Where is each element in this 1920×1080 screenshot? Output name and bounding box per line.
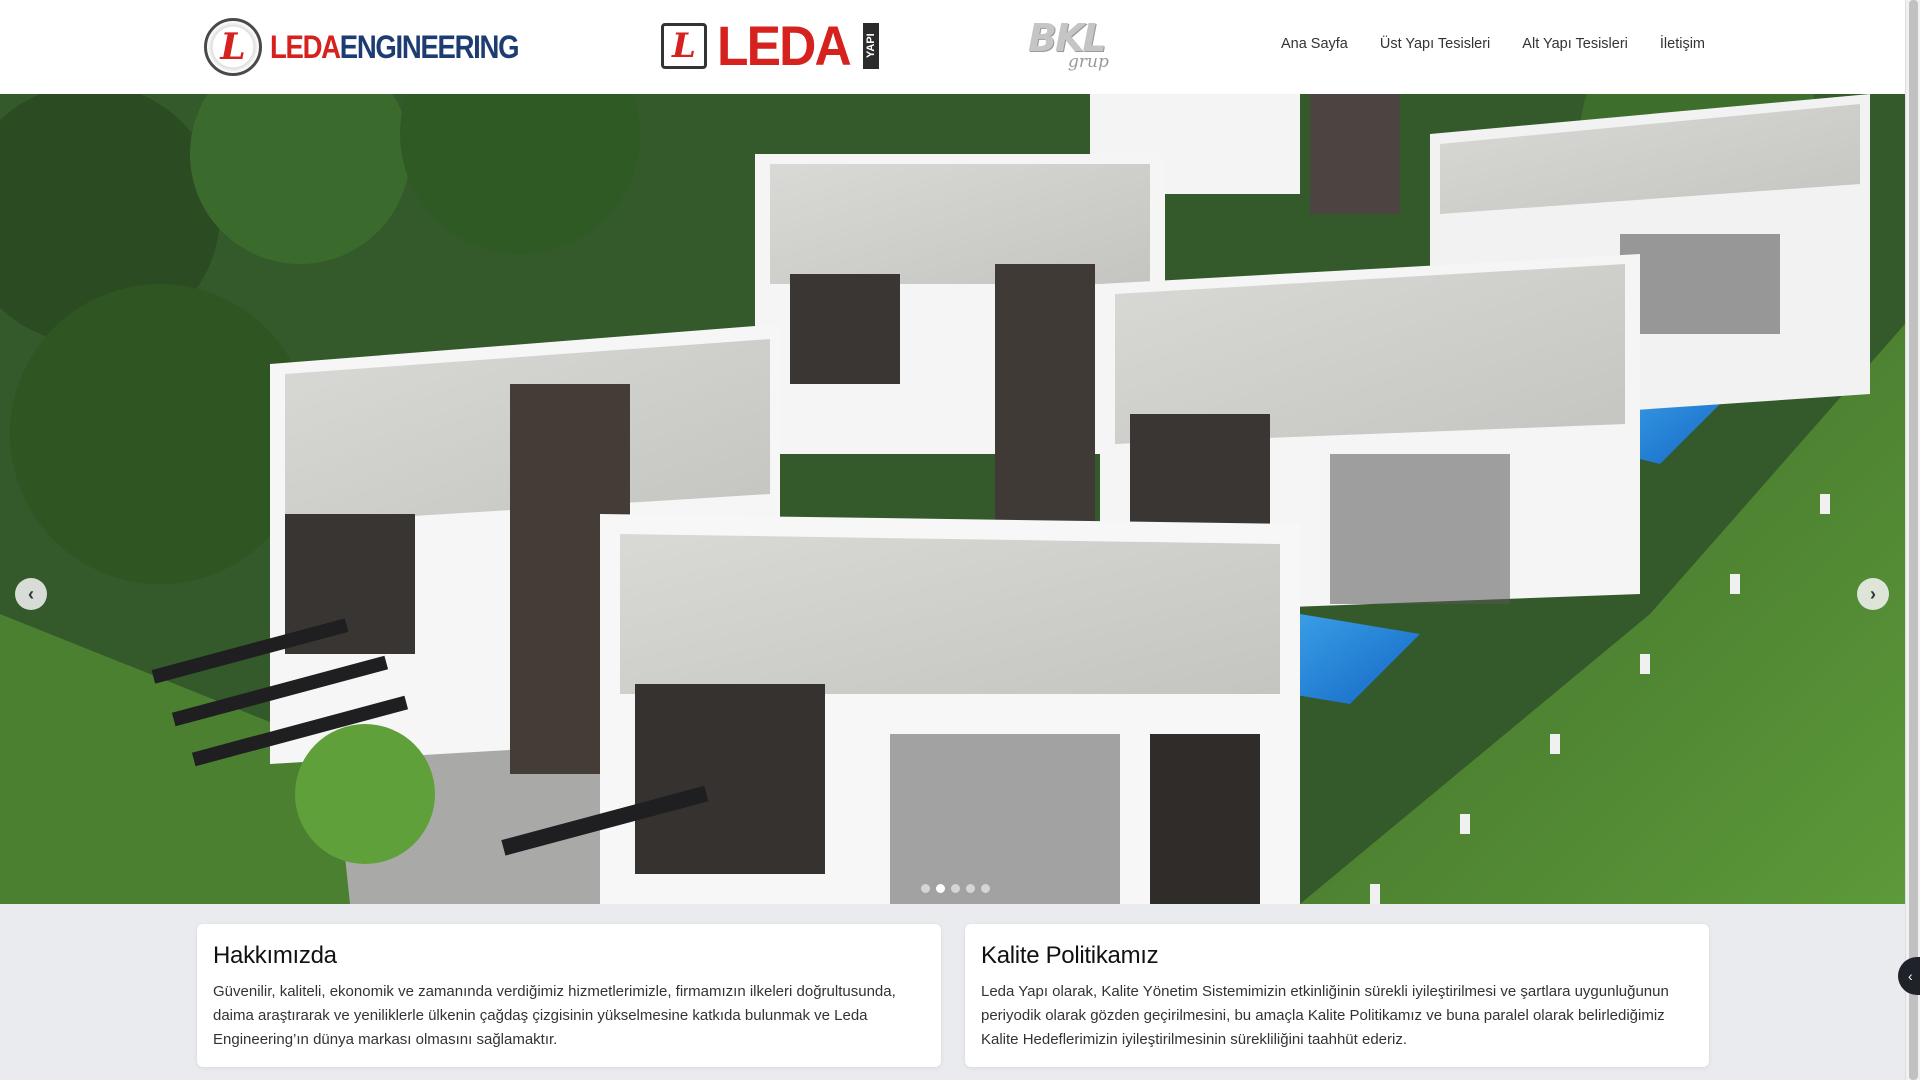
nav-contact[interactable]: İletişim: [1660, 36, 1705, 52]
slider-dot[interactable]: [921, 884, 930, 893]
main-nav: Ana Sayfa Üst Yapı Tesisleri Alt Yapı Te…: [1281, 36, 1705, 52]
quality-policy-card: Kalite Politikamız Leda Yapı olarak, Kal…: [965, 924, 1709, 1067]
leda-engineering-wordmark: LEDAENGINEERING: [270, 28, 520, 65]
chevron-left-icon: ‹: [28, 583, 34, 604]
leda-yapi-wordmark: LEDA: [717, 14, 852, 77]
scrollbar-thumb[interactable]: [1909, 0, 1918, 1080]
leda-engineering-logo[interactable]: L LEDAENGINEERING: [204, 17, 559, 77]
hero-image: [0, 94, 1905, 904]
leda-yapi-emblem-icon: L: [661, 23, 707, 69]
quality-policy-title: Kalite Politikamız: [981, 942, 1159, 969]
about-title: Hakkımızda: [213, 942, 337, 969]
about-card: Hakkımızda Güvenilir, kaliteli, ekonomik…: [197, 924, 941, 1067]
nav-ust-yapi[interactable]: Üst Yapı Tesisleri: [1380, 36, 1490, 52]
slider-dot[interactable]: [936, 884, 945, 893]
leda-emblem-icon: L: [204, 18, 262, 76]
nav-alt-yapi[interactable]: Alt Yapı Tesisleri: [1522, 36, 1628, 52]
site-header: L LEDAENGINEERING L LEDA YAPI BKL grup A…: [0, 0, 1905, 94]
slider-next-button[interactable]: ›: [1857, 578, 1889, 610]
side-panel-toggle[interactable]: ‹: [1898, 957, 1920, 995]
hero-slider: ‹ ›: [0, 94, 1905, 904]
about-text: Güvenilir, kaliteli, ekonomik ve zamanın…: [213, 983, 896, 1048]
chevron-right-icon: ›: [1870, 583, 1876, 604]
grup-wordmark: grup: [1068, 52, 1109, 72]
bkl-grup-logo[interactable]: BKL grup: [1028, 16, 1118, 76]
yapi-tag: YAPI: [863, 23, 880, 69]
slider-dots: [921, 884, 990, 893]
slider-dot[interactable]: [951, 884, 960, 893]
quality-policy-text: Leda Yapı olarak, Kalite Yönetim Sistemi…: [981, 983, 1669, 1048]
slider-dot[interactable]: [981, 884, 990, 893]
nav-home[interactable]: Ana Sayfa: [1281, 36, 1348, 52]
page-scrollbar[interactable]: [1905, 0, 1920, 1080]
chevron-left-icon: ‹: [1908, 968, 1913, 984]
leda-yapi-logo[interactable]: L LEDA YAPI: [661, 14, 880, 77]
slider-dot[interactable]: [966, 884, 975, 893]
slider-prev-button[interactable]: ‹: [15, 578, 47, 610]
